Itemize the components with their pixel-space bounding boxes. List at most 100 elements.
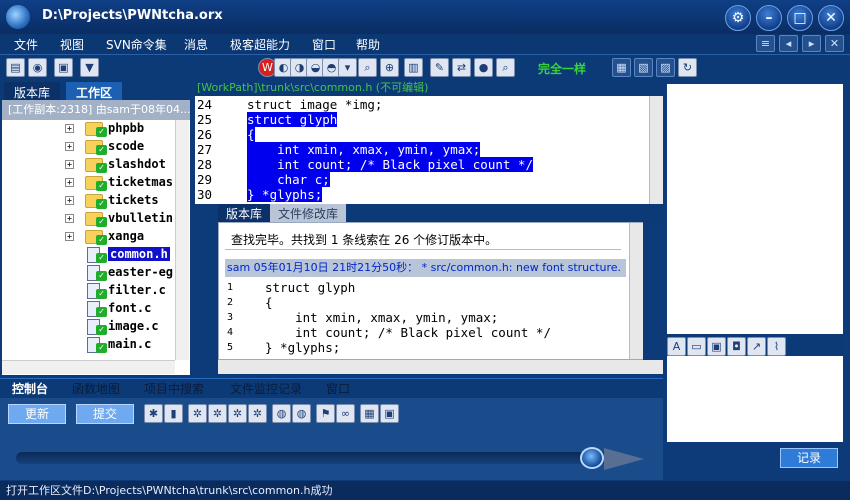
forward-icon[interactable]: ▸ — [802, 35, 821, 52]
expand-toggle-icon[interactable]: + — [65, 196, 74, 205]
picture-frame-icon[interactable]: ▣ — [380, 404, 399, 423]
tool-icon-c[interactable]: ✲ — [188, 404, 207, 423]
tree-item[interactable]: + ✓ xanga — [2, 228, 174, 246]
message-input[interactable] — [667, 356, 843, 442]
menu-file[interactable]: 文件 — [14, 36, 38, 53]
divider — [225, 249, 621, 250]
tree-vertical-scrollbar[interactable] — [175, 120, 189, 360]
code-line[interactable]: 30} *glyphs; — [195, 187, 650, 202]
tool-icon-d[interactable]: ✲ — [208, 404, 227, 423]
compare-icon-3[interactable]: ▨ — [656, 58, 675, 77]
menu-geek[interactable]: 极客超能力 — [230, 36, 290, 53]
expand-toggle-icon[interactable]: + — [65, 232, 74, 241]
tool-icon-a[interactable]: ✱ — [144, 404, 163, 423]
tree-item[interactable]: ✓ easter-eg — [2, 264, 174, 282]
tab-project-search[interactable]: 项目中搜索 — [136, 381, 212, 399]
menu-help[interactable]: 帮助 — [356, 36, 380, 53]
tool-icon-e[interactable]: ✲ — [228, 404, 247, 423]
magnify-icon[interactable]: ⌕ — [496, 58, 515, 77]
zoom-icon[interactable]: ⊕ — [380, 58, 399, 77]
code-line[interactable]: 24 struct image *img; — [195, 97, 650, 112]
layout-icon[interactable]: ≡ — [756, 35, 775, 52]
revision-link[interactable]: sam 05年01月10日 21时21分50秒： * src/common.h:… — [225, 259, 626, 277]
tree-item[interactable]: + ✓ scode — [2, 138, 174, 156]
save-icon[interactable]: ▣ — [54, 58, 73, 77]
expand-toggle-icon[interactable]: + — [65, 160, 74, 169]
menu-messages[interactable]: 消息 — [184, 36, 208, 53]
status-check-icon: ✓ — [96, 217, 107, 227]
tree-horizontal-scrollbar[interactable] — [2, 360, 175, 374]
menu-svn[interactable]: SVN命令集 — [106, 36, 167, 53]
refresh-icon[interactable]: ↻ — [678, 58, 697, 77]
tool-icon-f[interactable]: ✲ — [248, 404, 267, 423]
maximize-button[interactable]: □ — [787, 5, 813, 31]
tab-console[interactable]: 控制台 — [4, 381, 56, 399]
tree-item[interactable]: ✓ font.c — [2, 300, 174, 318]
tree-item[interactable]: + ✓ slashdot — [2, 156, 174, 174]
commit-button[interactable]: 提交 — [76, 404, 134, 424]
tab-function-map[interactable]: 函数地图 — [64, 381, 128, 399]
window-close-icon[interactable]: ✕ — [825, 35, 844, 52]
tree-item[interactable]: + ✓ phpbb — [2, 120, 174, 138]
compare-icon-1[interactable]: ▦ — [612, 58, 631, 77]
tree-item[interactable]: + ✓ tickets — [2, 192, 174, 210]
tab-file-changes[interactable]: 文件修改库 — [270, 204, 347, 222]
edit-icon[interactable]: ✎ — [430, 58, 449, 77]
code-line[interactable]: 26 { — [195, 127, 650, 142]
calendar-icon[interactable]: ▦ — [360, 404, 379, 423]
expand-toggle-icon[interactable]: + — [65, 214, 74, 223]
tree-item[interactable]: ✓ main.c — [2, 336, 174, 354]
tool-icon-b[interactable]: ▮ — [164, 404, 183, 423]
editor-vertical-scrollbar[interactable] — [649, 96, 663, 204]
menu-window[interactable]: 窗口 — [312, 36, 336, 53]
link-icon[interactable]: ∞ — [336, 404, 355, 423]
search-red-icon[interactable]: ⌕ — [358, 58, 377, 77]
settings-gear-icon[interactable]: ⚙ — [725, 5, 751, 31]
code-line[interactable]: 29 char c; — [195, 172, 650, 187]
bug-icon[interactable]: ● — [474, 58, 493, 77]
expand-toggle-icon[interactable]: + — [65, 178, 74, 187]
image-icon[interactable]: ▭ — [687, 337, 706, 356]
update-button[interactable]: 更新 — [8, 404, 66, 424]
attach-icon[interactable]: ⌇ — [767, 337, 786, 356]
code-editor[interactable]: 24 struct image *img; 25 struct glyph 26 {27 … — [195, 96, 663, 204]
expand-toggle-icon[interactable]: + — [65, 124, 74, 133]
progress-knob[interactable] — [580, 447, 604, 469]
code-line[interactable]: 25 struct glyph — [195, 112, 650, 127]
minimize-button[interactable]: – — [756, 5, 782, 31]
pin-icon[interactable]: ↗ — [747, 337, 766, 356]
close-button[interactable]: ✕ — [818, 5, 844, 31]
search-vertical-scrollbar[interactable] — [629, 223, 643, 359]
record-button[interactable]: 记录 — [780, 448, 838, 468]
tree-item[interactable]: + ✓ vbulletin — [2, 210, 174, 228]
tab-repository[interactable]: 版本库 — [4, 82, 61, 100]
media-icon[interactable]: ◘ — [727, 337, 746, 356]
code-line[interactable]: 27 int xmin, xmax, ymin, ymax; — [195, 142, 650, 157]
browse-icon[interactable]: ◉ — [28, 58, 47, 77]
tool-icon-h[interactable]: ◍ — [292, 404, 311, 423]
tree-item[interactable]: ✓ common.h — [2, 246, 174, 264]
tree-item[interactable]: ✓ filter.c — [2, 282, 174, 300]
tab-window[interactable]: 窗口 — [318, 381, 358, 399]
tab-workspace[interactable]: 工作区 — [66, 82, 123, 100]
filter-icon[interactable]: ▼ — [80, 58, 99, 77]
menu-view[interactable]: 视图 — [60, 36, 84, 53]
code-line[interactable]: 28 int count; /* Black pixel count */ — [195, 157, 650, 172]
dropdown-arrow-icon[interactable]: ▾ — [338, 58, 357, 77]
expand-toggle-icon[interactable]: + — [65, 142, 74, 151]
tree-item[interactable]: + ✓ ticketmas — [2, 174, 174, 192]
search-horizontal-scrollbar[interactable] — [218, 360, 663, 374]
picture-icon[interactable]: ▣ — [707, 337, 726, 356]
tool-icon-g[interactable]: ◍ — [272, 404, 291, 423]
tab-file-monitor[interactable]: 文件监控记录 — [222, 381, 310, 399]
tree-item[interactable]: ✓ image.c — [2, 318, 174, 336]
compare-icon-2[interactable]: ▧ — [634, 58, 653, 77]
font-icon[interactable]: A — [667, 337, 686, 356]
swap-icon[interactable]: ⇄ — [452, 58, 471, 77]
document-icon[interactable]: ▥ — [404, 58, 423, 77]
tab-history-repository[interactable]: 版本库 — [218, 204, 271, 222]
flag-icon[interactable]: ⚑ — [316, 404, 335, 423]
back-icon[interactable]: ◂ — [779, 35, 798, 52]
console-tabs: 控制台 函数地图 项目中搜索 文件监控记录 窗口 — [0, 378, 663, 398]
open-folder-icon[interactable]: ▤ — [6, 58, 25, 77]
